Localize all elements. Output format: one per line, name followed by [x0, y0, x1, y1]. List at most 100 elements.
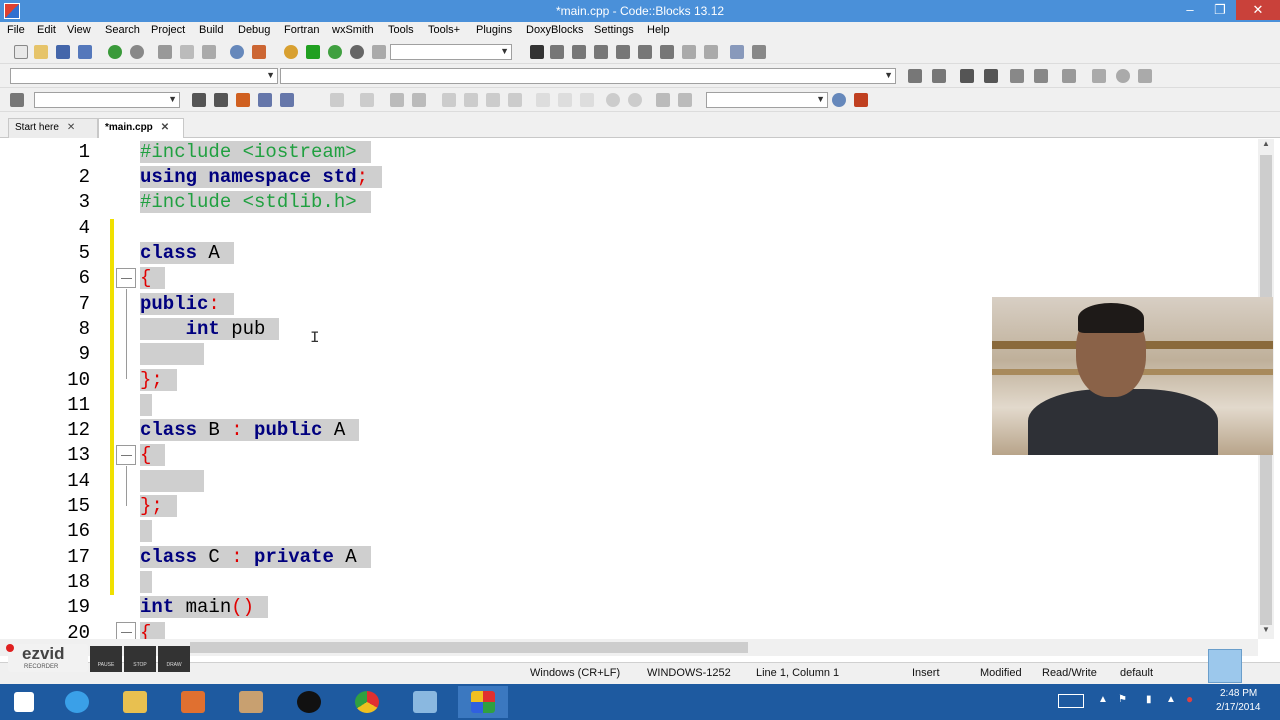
run-to-cursor-icon[interactable] [550, 45, 564, 59]
close-tab-icon[interactable]: ✕ [161, 122, 169, 133]
zoom-in-icon[interactable] [606, 93, 620, 107]
undo-icon[interactable] [108, 45, 122, 59]
find-symbol-icon[interactable] [832, 93, 846, 107]
align-left-icon[interactable] [442, 93, 456, 107]
build-target-select[interactable]: ▼ [390, 44, 512, 60]
box1-icon[interactable] [536, 93, 550, 107]
save-all-icon[interactable] [78, 45, 92, 59]
scroll-down-icon[interactable]: ▼ [1258, 625, 1274, 639]
symbol-search-select[interactable]: ▼ [706, 92, 828, 108]
menu-help[interactable]: Help [647, 24, 670, 36]
close-button[interactable]: ✕ [1236, 0, 1280, 20]
maximize-button[interactable]: ❐ [1206, 0, 1234, 20]
paste-icon[interactable] [202, 45, 216, 59]
taskbar-chrome[interactable] [342, 686, 392, 718]
debug-windows-icon[interactable] [730, 45, 744, 59]
zoom-out-icon[interactable] [628, 93, 642, 107]
jump-icon[interactable] [10, 93, 24, 107]
tray-arrow-icon[interactable]: ▲ [1098, 694, 1108, 705]
cut-icon[interactable] [158, 45, 172, 59]
prev-bookmark-icon[interactable] [1092, 69, 1106, 83]
extract-icon[interactable] [1034, 69, 1048, 83]
taskbar-app-5[interactable] [284, 686, 334, 718]
symbol-s-icon[interactable] [656, 93, 670, 107]
close-tab-icon[interactable]: ✕ [67, 122, 75, 133]
stop-button[interactable]: STOP [124, 646, 156, 672]
function-select[interactable]: ▼ [280, 68, 896, 84]
block-comment-icon[interactable] [960, 69, 974, 83]
open-file-icon[interactable] [34, 45, 48, 59]
layout-icon[interactable] [412, 93, 426, 107]
toggle-bookmark-icon[interactable] [1116, 69, 1130, 83]
menu-tools[interactable]: Tools [388, 24, 414, 36]
taskbar-explorer[interactable] [110, 686, 160, 718]
jump-forward-icon[interactable] [214, 93, 228, 107]
next-bookmark-icon[interactable] [1138, 69, 1152, 83]
align-right-icon[interactable] [486, 93, 500, 107]
save-icon[interactable] [56, 45, 70, 59]
taskbar-ie[interactable] [52, 686, 102, 718]
flag-icon[interactable]: ⚑ [1118, 694, 1127, 705]
fold-toggle-icon[interactable] [116, 445, 136, 465]
step-into-icon[interactable] [594, 45, 608, 59]
taskbar-app-4[interactable] [226, 686, 276, 718]
menu-view[interactable]: View [67, 24, 91, 36]
menu-tools-plus[interactable]: Tools+ [428, 24, 460, 36]
fold-toggle-icon[interactable] [116, 622, 136, 639]
regex-icon[interactable] [280, 93, 294, 107]
menu-debug[interactable]: Debug [238, 24, 270, 36]
align-center-icon[interactable] [464, 93, 478, 107]
pause-button[interactable]: PAUSE [90, 646, 122, 672]
doxywizard-icon[interactable] [1010, 69, 1024, 83]
tab-main-cpp[interactable]: *main.cpp ✕ [98, 118, 184, 138]
keyboard-icon[interactable] [1058, 694, 1084, 708]
image-icon[interactable] [390, 93, 404, 107]
copy-icon[interactable] [180, 45, 194, 59]
menu-fortran[interactable]: Fortran [284, 24, 319, 36]
rect-icon[interactable] [360, 93, 374, 107]
minimize-button[interactable]: – [1176, 0, 1204, 20]
replace-icon[interactable] [252, 45, 266, 59]
jump-back-icon[interactable] [192, 93, 206, 107]
download-arrow-icon[interactable] [1208, 649, 1242, 683]
comment-icon[interactable] [908, 69, 922, 83]
menu-search[interactable]: Search [105, 24, 140, 36]
step-into-instruction-icon[interactable] [660, 45, 674, 59]
fold-toggle-icon[interactable] [116, 268, 136, 288]
network-icon[interactable]: ▲ [1166, 694, 1176, 705]
find-icon[interactable] [230, 45, 244, 59]
box2-icon[interactable] [558, 93, 572, 107]
menu-wxsmith[interactable]: wxSmith [332, 24, 374, 36]
next-line-icon[interactable] [572, 45, 586, 59]
symbol-c-icon[interactable] [678, 93, 692, 107]
abort-icon[interactable] [372, 45, 386, 59]
menu-settings[interactable]: Settings [594, 24, 634, 36]
quick-search-input[interactable]: ▼ [34, 92, 180, 108]
clock-date[interactable]: 2/17/2014 [1216, 702, 1261, 713]
build-gear-icon[interactable] [284, 45, 298, 59]
line-comment-icon[interactable] [984, 69, 998, 83]
clock-time[interactable]: 2:48 PM [1220, 688, 1257, 699]
menu-edit[interactable]: Edit [37, 24, 56, 36]
redo-icon[interactable] [130, 45, 144, 59]
debug-run-icon[interactable] [530, 45, 544, 59]
menu-file[interactable]: File [7, 24, 25, 36]
stop-debug-icon[interactable] [704, 45, 718, 59]
scroll-thumb[interactable] [190, 642, 748, 653]
wrench-icon[interactable] [1062, 69, 1076, 83]
select-icon[interactable] [330, 93, 344, 107]
start-button[interactable] [0, 686, 50, 718]
highlight-icon[interactable] [236, 93, 250, 107]
box3-icon[interactable] [580, 93, 594, 107]
menu-plugins[interactable]: Plugins [476, 24, 512, 36]
debug-info-icon[interactable] [752, 45, 766, 59]
run-icon[interactable] [306, 45, 320, 59]
tools-icon[interactable] [854, 93, 868, 107]
match-case-icon[interactable] [258, 93, 272, 107]
taskbar-codeblocks[interactable] [458, 686, 508, 718]
battery-icon[interactable]: ▮ [1146, 694, 1152, 705]
build-and-run-icon[interactable] [328, 45, 342, 59]
align-justify-icon[interactable] [508, 93, 522, 107]
next-instruction-icon[interactable] [638, 45, 652, 59]
taskbar-app-7[interactable] [400, 686, 450, 718]
